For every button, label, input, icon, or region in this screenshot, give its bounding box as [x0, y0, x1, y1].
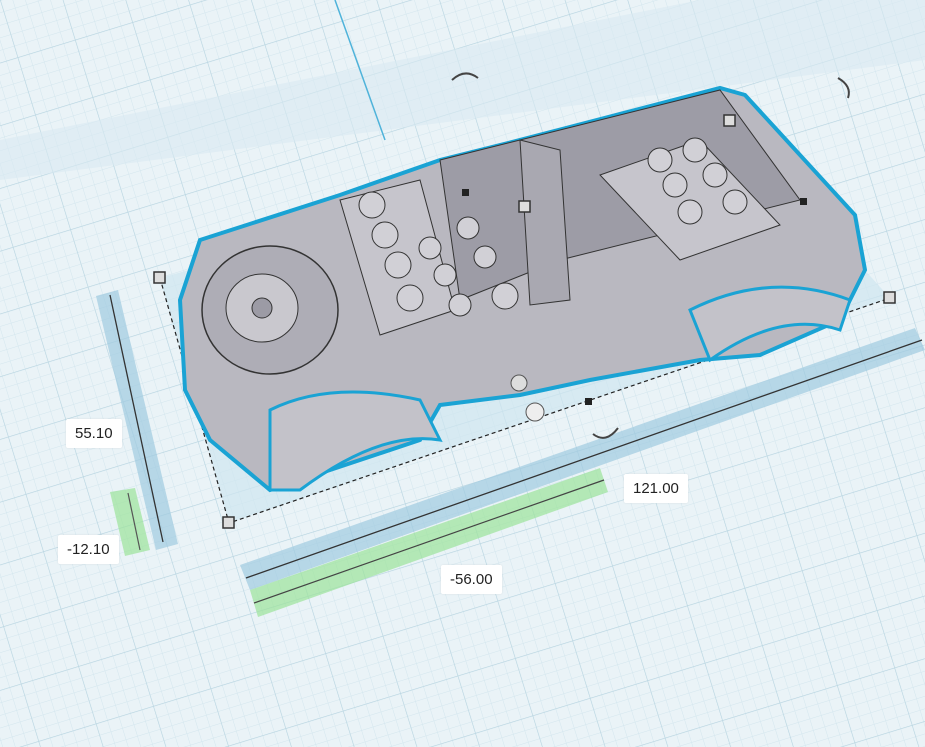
drop-to-workplane-icon[interactable]: [525, 402, 545, 422]
resize-handle-icon[interactable]: [883, 291, 896, 304]
resize-handle-icon[interactable]: [153, 271, 166, 284]
length-value-field[interactable]: 121.00: [624, 474, 688, 503]
resize-handle-icon[interactable]: [723, 114, 736, 127]
midpoint-handle-icon[interactable]: [800, 198, 807, 205]
position-value-field[interactable]: -56.00: [441, 565, 502, 594]
elevation-value-field[interactable]: -12.10: [58, 535, 119, 564]
cone-handle-icon[interactable]: [510, 374, 528, 392]
height-value-field[interactable]: 55.10: [66, 419, 122, 448]
workplane-viewport[interactable]: [0, 0, 925, 747]
resize-handle-icon[interactable]: [222, 516, 235, 529]
height-handle-icon[interactable]: [518, 200, 531, 213]
spare-tire: [201, 245, 339, 375]
midpoint-handle-icon[interactable]: [462, 189, 469, 196]
midpoint-handle-icon[interactable]: [585, 398, 592, 405]
